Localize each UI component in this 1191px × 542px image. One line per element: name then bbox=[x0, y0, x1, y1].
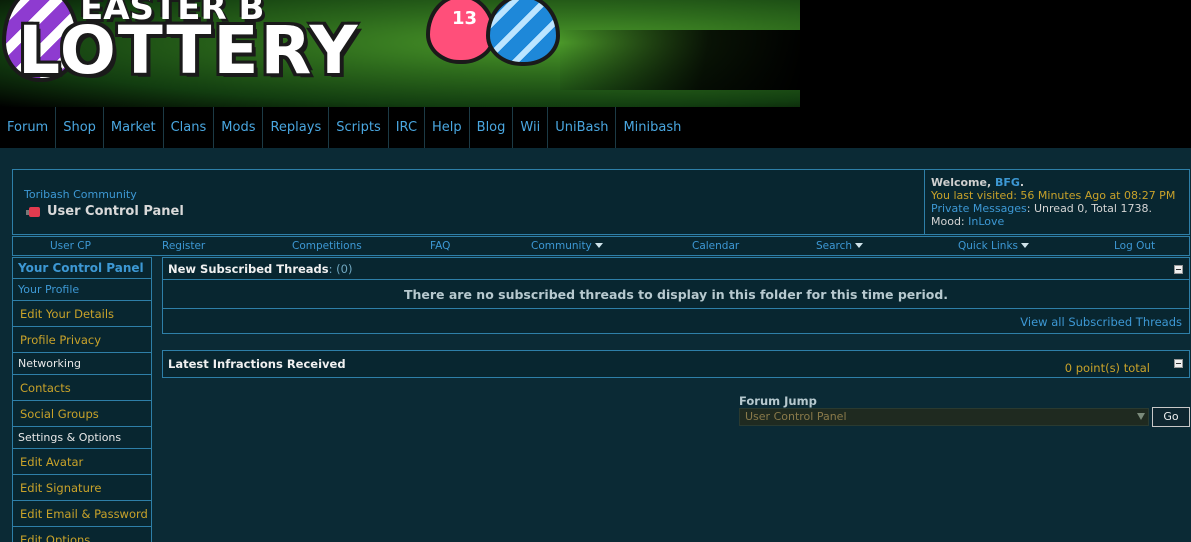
subnav-register[interactable]: Register bbox=[162, 240, 205, 252]
sidebar-item-edit-signature[interactable]: Edit Signature bbox=[12, 475, 152, 501]
subnav-community-label: Community bbox=[531, 240, 592, 252]
sidebar-item-contacts[interactable]: Contacts bbox=[12, 375, 152, 401]
subscribed-threads-empty: There are no subscribed threads to displ… bbox=[163, 280, 1189, 309]
go-button[interactable]: Go bbox=[1152, 407, 1190, 427]
subscribed-threads-panel: New Subscribed Threads: (0) There are no… bbox=[162, 257, 1190, 334]
sidebar-item-social-groups[interactable]: Social Groups bbox=[12, 401, 152, 427]
private-messages-link[interactable]: Private Messages bbox=[931, 202, 1027, 215]
mood-line: Mood: InLove bbox=[931, 215, 1189, 228]
expand-icon[interactable] bbox=[1174, 359, 1183, 368]
mood-label: Mood: bbox=[931, 215, 969, 228]
subscribed-threads-count: : (0) bbox=[328, 262, 353, 276]
forum-jump-label: Forum Jump bbox=[739, 394, 817, 408]
subscribed-threads-header: New Subscribed Threads: (0) bbox=[163, 258, 1189, 280]
sidebar-section-networking: Networking bbox=[12, 353, 152, 375]
banner-logo: LOTTERY bbox=[18, 12, 360, 89]
subnav-search[interactable]: Search bbox=[816, 240, 864, 252]
sidebar-item-edit-email-password[interactable]: Edit Email & Password bbox=[12, 501, 152, 527]
welcome-box: Welcome, BFG. You last visited: 56 Minut… bbox=[924, 170, 1189, 234]
nav-clans[interactable]: Clans bbox=[164, 107, 215, 148]
forum-jump-select[interactable]: User Control Panel bbox=[739, 408, 1149, 426]
welcome-line: Welcome, BFG. bbox=[931, 176, 1189, 189]
username-link[interactable]: BFG bbox=[995, 176, 1020, 189]
usercp-icon bbox=[26, 205, 42, 218]
infractions-points: 0 point(s) total bbox=[1064, 361, 1150, 375]
view-all-subscribed-link[interactable]: View all Subscribed Threads bbox=[1020, 315, 1182, 329]
subnav-quick-links[interactable]: Quick Links bbox=[958, 240, 1030, 252]
sidebar-head[interactable]: Your Control Panel bbox=[12, 257, 152, 279]
sidebar-item-profile-privacy[interactable]: Profile Privacy bbox=[12, 327, 152, 353]
sidebar-section-settings: Settings & Options bbox=[12, 427, 152, 449]
private-messages-line: Private Messages: Unread 0, Total 1738. bbox=[931, 202, 1189, 215]
nav-mods[interactable]: Mods bbox=[214, 107, 264, 148]
nav-forum[interactable]: Forum bbox=[0, 107, 57, 148]
mood-link[interactable]: InLove bbox=[968, 215, 1004, 228]
subnav-faq[interactable]: FAQ bbox=[430, 240, 450, 252]
blue-egg-icon bbox=[486, 0, 560, 66]
last-visited: You last visited: 56 Minutes Ago at 08:2… bbox=[931, 189, 1176, 202]
chevron-down-icon bbox=[855, 243, 864, 248]
sidebar-item-edit-options[interactable]: Edit Options bbox=[12, 527, 152, 542]
infractions-title: Latest Infractions Received bbox=[168, 357, 346, 371]
view-all-subscribed-link-row: View all Subscribed Threads bbox=[163, 309, 1189, 329]
infractions-panel: Latest Infractions Received 0 point(s) t… bbox=[162, 350, 1190, 378]
subnav-quick-links-label: Quick Links bbox=[958, 240, 1019, 252]
nav-replays[interactable]: Replays bbox=[263, 107, 330, 148]
subnav-community[interactable]: Community bbox=[531, 240, 603, 252]
subnav-logout[interactable]: Log Out bbox=[1114, 240, 1155, 252]
subscribed-threads-title: New Subscribed Threads bbox=[168, 262, 329, 276]
welcome-prefix: Welcome, bbox=[931, 176, 995, 189]
page-header: Toribash Community User Control Panel We… bbox=[12, 169, 1190, 235]
sub-nav: User CP Register Competitions FAQ Commun… bbox=[12, 236, 1190, 256]
usercp-sidebar: Your Control Panel Your Profile Edit You… bbox=[12, 257, 152, 542]
dropdown-arrow-icon bbox=[1137, 413, 1145, 420]
egg-number: 13 bbox=[452, 8, 478, 29]
nav-unibash[interactable]: UniBash bbox=[548, 107, 617, 148]
breadcrumb[interactable]: Toribash Community bbox=[24, 188, 137, 201]
chevron-down-icon bbox=[1021, 243, 1030, 248]
nav-scripts[interactable]: Scripts bbox=[329, 107, 389, 148]
subnav-usercp[interactable]: User CP bbox=[50, 240, 91, 252]
sidebar-your-profile[interactable]: Your Profile bbox=[12, 279, 152, 301]
sidebar-item-edit-details[interactable]: Edit Your Details bbox=[12, 301, 152, 327]
nav-shop[interactable]: Shop bbox=[56, 107, 104, 148]
site-banner[interactable]: EASTER B LOTTERY 13 bbox=[0, 0, 1191, 107]
chevron-down-icon bbox=[594, 243, 603, 248]
subnav-competitions[interactable]: Competitions bbox=[292, 240, 362, 252]
nav-wii[interactable]: Wii bbox=[513, 107, 549, 148]
page-title-text: User Control Panel bbox=[47, 204, 184, 219]
header-navbits: Toribash Community User Control Panel bbox=[13, 170, 924, 234]
welcome-suffix: . bbox=[1019, 176, 1025, 189]
nav-help[interactable]: Help bbox=[425, 107, 470, 148]
main-nav: Forum Shop Market Clans Mods Replays Scr… bbox=[0, 107, 1191, 148]
nav-minibash[interactable]: Minibash bbox=[616, 107, 688, 148]
sidebar-item-edit-avatar[interactable]: Edit Avatar bbox=[12, 449, 152, 475]
subnav-calendar[interactable]: Calendar bbox=[692, 240, 739, 252]
pm-counts: : Unread 0, Total 1738. bbox=[1026, 202, 1152, 215]
collapse-icon[interactable] bbox=[1174, 265, 1183, 274]
nav-irc[interactable]: IRC bbox=[389, 107, 426, 148]
forum-jump-selected: User Control Panel bbox=[745, 410, 847, 423]
page-title: User Control Panel bbox=[26, 204, 184, 219]
subnav-search-label: Search bbox=[816, 240, 853, 252]
nav-market[interactable]: Market bbox=[104, 107, 164, 148]
nav-blog[interactable]: Blog bbox=[470, 107, 514, 148]
